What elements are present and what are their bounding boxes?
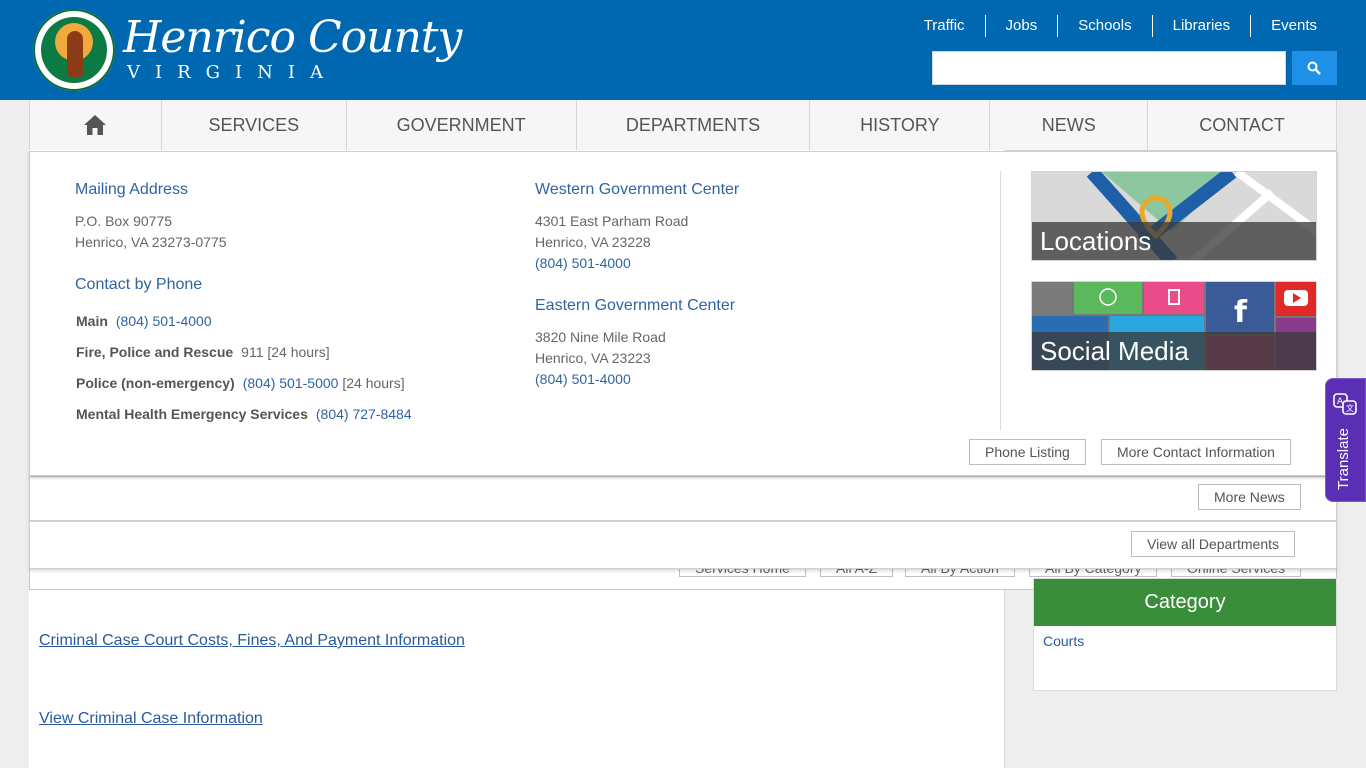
locations-label: Locations — [1032, 222, 1316, 260]
phone-label: Main — [76, 313, 108, 329]
column-divider — [1000, 171, 1001, 430]
category-panel: Category Courts — [1033, 578, 1337, 691]
nav-news[interactable]: NEWS — [990, 100, 1149, 150]
western-phone-link[interactable]: (804) 501-4000 — [535, 255, 631, 271]
site-header: Henrico County VIRGINIA Traffic Jobs Sch… — [0, 0, 1366, 100]
nav-home[interactable] — [30, 100, 162, 150]
more-news-button[interactable]: More News — [1198, 484, 1301, 510]
view-criminal-case-link[interactable]: View Criminal Case Information — [39, 710, 263, 728]
nav-departments[interactable]: DEPARTMENTS — [577, 100, 811, 150]
svg-text:文: 文 — [1346, 403, 1354, 413]
phone-row-main: Main (804) 501-4000 — [76, 313, 212, 329]
western-line-2: Henrico, VA 23228 — [535, 234, 651, 250]
toplink-schools[interactable]: Schools — [1057, 15, 1151, 37]
phone-note: [24 hours] — [342, 375, 405, 391]
eastern-line-1: 3820 Nine Mile Road — [535, 329, 666, 345]
nav-history[interactable]: HISTORY — [810, 100, 991, 150]
all-by-category-button[interactable]: All By Category — [1029, 569, 1158, 577]
translate-label: Translate — [1335, 428, 1352, 490]
all-by-action-button[interactable]: All By Action — [905, 569, 1015, 577]
search-input[interactable] — [932, 51, 1286, 85]
more-contact-info-button[interactable]: More Contact Information — [1101, 439, 1291, 465]
phone-label: Police (non-emergency) — [76, 375, 235, 391]
mailing-address-title: Mailing Address — [75, 181, 188, 198]
nav-government[interactable]: GOVERNMENT — [347, 100, 577, 150]
criminal-case-costs-link[interactable]: Criminal Case Court Costs, Fines, And Pa… — [39, 632, 465, 650]
home-icon — [84, 115, 107, 135]
phone-row-mental-health: Mental Health Emergency Services (804) 72… — [76, 406, 412, 422]
main-nav: SERVICES GOVERNMENT DEPARTMENTS HISTORY … — [29, 100, 1337, 151]
social-media-tile[interactable]: f Social Media — [1031, 281, 1317, 371]
phone-listing-button[interactable]: Phone Listing — [969, 439, 1086, 465]
phone-number-main[interactable]: (804) 501-4000 — [116, 313, 212, 329]
seal-ring — [33, 9, 115, 91]
departments-dropdown-strip: View all Departments — [29, 521, 1337, 569]
western-center-title[interactable]: Western Government Center — [535, 181, 739, 199]
eastern-line-2: Henrico, VA 23223 — [535, 350, 651, 366]
nav-contact[interactable]: CONTACT — [1148, 100, 1336, 150]
all-a-z-button[interactable]: All A-Z — [820, 569, 894, 577]
contact-dropdown: Mailing Address P.O. Box 90775 Henrico, … — [29, 151, 1337, 476]
toplink-jobs[interactable]: Jobs — [984, 15, 1058, 37]
eastern-phone-link[interactable]: (804) 501-4000 — [535, 371, 631, 387]
utility-links: Traffic Jobs Schools Libraries Events — [904, 15, 1337, 37]
locations-tile[interactable]: Locations — [1031, 171, 1317, 261]
mailing-line-2: Henrico, VA 23273-0775 — [75, 234, 227, 250]
phone-row-emergency: Fire, Police and Rescue 911 [24 hours] — [76, 344, 330, 360]
eastern-center-title[interactable]: Eastern Government Center — [535, 297, 735, 315]
phone-note: 911 [24 hours] — [241, 344, 330, 360]
news-dropdown-strip: More News — [29, 476, 1337, 521]
nav-services[interactable]: SERVICES — [162, 100, 347, 150]
contact-by-phone-title: Contact by Phone — [75, 276, 203, 293]
search-icon — [1307, 61, 1321, 75]
phone-row-police: Police (non-emergency) (804) 501-5000 [24… — [76, 375, 405, 391]
category-link-courts[interactable]: Courts — [1043, 633, 1084, 649]
search-button[interactable] — [1292, 51, 1337, 85]
toplink-libraries[interactable]: Libraries — [1151, 15, 1251, 37]
social-media-label: Social Media — [1032, 332, 1316, 370]
phone-number-police[interactable]: (804) 501-5000 — [243, 375, 339, 391]
phone-number-mental-health[interactable]: (804) 727-8484 — [316, 406, 412, 422]
brand-subtitle: VIRGINIA — [127, 62, 339, 83]
svg-text:f: f — [1234, 295, 1248, 330]
category-heading: Category — [1034, 579, 1336, 626]
toplink-traffic[interactable]: Traffic — [904, 15, 985, 37]
mailing-line-1: P.O. Box 90775 — [75, 213, 173, 229]
phone-label: Mental Health Emergency Services — [76, 406, 308, 422]
translate-icon: A 文 — [1333, 393, 1357, 415]
toplink-events[interactable]: Events — [1250, 15, 1337, 37]
translate-widget[interactable]: A 文 Translate — [1325, 378, 1366, 502]
view-all-departments-button[interactable]: View all Departments — [1131, 531, 1296, 557]
phone-label: Fire, Police and Rescue — [76, 344, 234, 360]
services-home-button[interactable]: Services Home — [679, 569, 806, 577]
online-services-button[interactable]: Online Services — [1171, 569, 1302, 577]
county-seal-logo[interactable] — [33, 9, 115, 91]
brand-name[interactable]: Henrico County — [123, 12, 462, 63]
western-line-1: 4301 East Parham Road — [535, 213, 689, 229]
